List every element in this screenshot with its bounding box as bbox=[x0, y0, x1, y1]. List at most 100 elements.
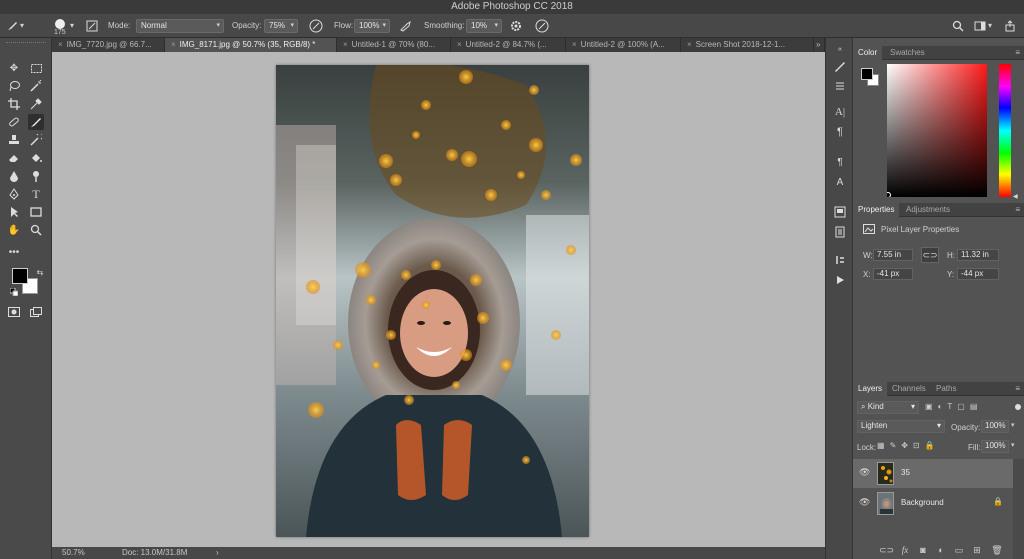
fill-field[interactable]: 100% bbox=[981, 440, 1009, 453]
lasso-tool-icon[interactable] bbox=[6, 78, 22, 94]
zoom-level[interactable]: 50.7% bbox=[62, 547, 85, 559]
tab-channels[interactable]: Channels bbox=[887, 382, 931, 396]
hue-slider-handle[interactable]: ◀ bbox=[1013, 193, 1018, 200]
tab-screen-shot[interactable]: × Screen Shot 2018-12-1... bbox=[681, 38, 814, 52]
blur-tool-icon[interactable] bbox=[6, 168, 22, 184]
edit-toolbar-icon[interactable]: ••• bbox=[6, 244, 22, 260]
close-icon[interactable]: × bbox=[572, 40, 577, 49]
smoothing-field[interactable]: 10% ▾ bbox=[466, 19, 502, 33]
add-mask-icon[interactable]: ◙ bbox=[917, 545, 929, 557]
close-icon[interactable]: × bbox=[343, 40, 348, 49]
document-image[interactable] bbox=[276, 65, 589, 537]
foreground-color-swatch[interactable] bbox=[12, 268, 28, 284]
history-panel-icon[interactable] bbox=[832, 252, 848, 268]
status-menu-icon[interactable]: › bbox=[216, 547, 219, 559]
layers-scrollbar[interactable] bbox=[1013, 459, 1024, 559]
filter-toggle-icon[interactable] bbox=[1015, 404, 1021, 410]
close-icon[interactable]: × bbox=[457, 40, 462, 49]
collapse-arrows-icon[interactable]: « bbox=[832, 41, 848, 57]
tab-properties[interactable]: Properties bbox=[853, 203, 900, 217]
quick-mask-icon[interactable] bbox=[6, 304, 22, 320]
brush-picker-dropdown-icon[interactable]: ▾ bbox=[70, 19, 74, 33]
tab-untitled-1[interactable]: × Untitled-1 @ 70% (80... bbox=[337, 38, 451, 52]
adjustment-layer-icon[interactable]: ◐ bbox=[935, 545, 947, 557]
brush-tool-preset-icon[interactable] bbox=[4, 18, 20, 34]
lock-image-icon[interactable]: ✎ bbox=[890, 441, 902, 450]
new-group-icon[interactable]: ▭ bbox=[953, 545, 965, 557]
layer-filter-icons[interactable]: ▣◐T▢▤ bbox=[925, 402, 982, 411]
path-selection-tool-icon[interactable] bbox=[6, 204, 22, 220]
dodge-tool-icon[interactable] bbox=[28, 168, 44, 184]
layer-name[interactable]: 35 bbox=[901, 468, 910, 477]
visibility-eye-icon[interactable]: 👁 bbox=[859, 467, 871, 479]
gear-icon[interactable] bbox=[508, 18, 524, 34]
brush-settings-icon[interactable] bbox=[84, 18, 100, 34]
brushes-panel-icon[interactable] bbox=[832, 78, 848, 94]
filter-pixel-icon[interactable]: ▣ bbox=[925, 402, 938, 411]
new-layer-icon[interactable]: ⊞ bbox=[971, 545, 983, 557]
tab-layers[interactable]: Layers bbox=[853, 382, 888, 396]
paragraph-panel-icon[interactable]: ¶ bbox=[832, 124, 848, 140]
tab-untitled-2b[interactable]: × Untitled-2 @ 100% (A... bbox=[566, 38, 681, 52]
layer-row-35[interactable]: 👁 35 bbox=[853, 459, 1013, 488]
tab-adjustments[interactable]: Adjustments bbox=[901, 203, 955, 217]
zoom-tool-icon[interactable] bbox=[28, 222, 44, 238]
panel-menu-icon[interactable]: ≡ bbox=[1015, 205, 1020, 214]
tab-img-7720[interactable]: × IMG_7720.jpg @ 66.7... bbox=[52, 38, 165, 52]
workspace-icon[interactable] bbox=[972, 18, 988, 34]
paint-bucket-tool-icon[interactable] bbox=[28, 150, 44, 166]
tab-paths[interactable]: Paths bbox=[931, 382, 961, 396]
opacity-field[interactable]: 75% ▾ bbox=[264, 19, 298, 33]
x-field[interactable]: -41 px bbox=[873, 268, 913, 280]
layer-row-background[interactable]: 👁 Background 🔒 bbox=[853, 489, 1013, 518]
lock-icons[interactable]: ▦✎✥⊡🔒 bbox=[877, 441, 940, 450]
tool-preset-dropdown-icon[interactable]: ▾ bbox=[20, 19, 24, 33]
brush-settings-panel-icon[interactable] bbox=[832, 58, 848, 74]
eyedropper-tool-icon[interactable] bbox=[28, 96, 44, 112]
default-colors-icon[interactable] bbox=[6, 284, 22, 300]
lock-artboard-icon[interactable]: ⊡ bbox=[913, 441, 925, 450]
link-dimensions-icon[interactable]: ⊂⊃ bbox=[921, 247, 939, 263]
workspace-dropdown-icon[interactable]: ▾ bbox=[988, 19, 992, 33]
actions-play-icon[interactable] bbox=[832, 272, 848, 288]
trash-icon[interactable]: 🗑 bbox=[991, 545, 1003, 557]
color-field[interactable] bbox=[885, 64, 987, 198]
layer-name[interactable]: Background bbox=[901, 498, 944, 507]
layer-style-fx-icon[interactable]: fx bbox=[899, 545, 911, 557]
eraser-tool-icon[interactable] bbox=[6, 150, 22, 166]
filter-shape-icon[interactable]: ▢ bbox=[957, 402, 970, 411]
lock-position-icon[interactable]: ✥ bbox=[901, 441, 913, 450]
filter-adjustment-icon[interactable]: ◐ bbox=[938, 402, 948, 411]
mode-select[interactable]: Normal ▾ bbox=[136, 19, 224, 33]
panel-menu-icon[interactable]: ≡ bbox=[1015, 48, 1020, 57]
chevron-down-icon[interactable]: ▾ bbox=[1011, 421, 1015, 429]
layer-filter-select[interactable]: ⌕ Kind ▾ bbox=[857, 401, 919, 414]
toolbar-grip[interactable] bbox=[6, 42, 46, 44]
tab-swatches[interactable]: Swatches bbox=[885, 46, 930, 60]
y-field[interactable]: -44 px bbox=[957, 268, 999, 280]
pressure-opacity-icon[interactable] bbox=[308, 18, 324, 34]
flow-field[interactable]: 100% ▾ bbox=[354, 19, 390, 33]
tab-overflow-icon[interactable]: » bbox=[814, 38, 825, 52]
color-foreground-swatch[interactable] bbox=[861, 68, 873, 80]
close-icon[interactable]: × bbox=[58, 40, 63, 49]
close-icon[interactable]: × bbox=[687, 40, 692, 49]
close-icon[interactable]: × bbox=[171, 40, 176, 49]
search-icon[interactable] bbox=[950, 18, 966, 34]
layer-opacity-field[interactable]: 100% bbox=[981, 420, 1009, 433]
airbrush-icon[interactable] bbox=[398, 18, 414, 34]
brush-tool-icon[interactable] bbox=[28, 114, 44, 130]
tab-img-8171[interactable]: × IMG_8171.jpg @ 50.7% (35, RGB/8) * bbox=[165, 38, 337, 52]
height-field[interactable]: 11.32 in bbox=[957, 249, 999, 261]
share-icon[interactable] bbox=[1002, 18, 1018, 34]
notes-panel-icon[interactable] bbox=[832, 224, 848, 240]
healing-brush-tool-icon[interactable] bbox=[6, 114, 22, 130]
history-brush-tool-icon[interactable] bbox=[28, 132, 44, 148]
character-panel-icon[interactable]: A| bbox=[832, 104, 848, 120]
chevron-down-icon[interactable]: ▾ bbox=[1011, 441, 1015, 449]
lock-all-icon[interactable]: 🔒 bbox=[925, 441, 940, 450]
type-tool-icon[interactable]: T bbox=[28, 186, 44, 202]
hand-tool-icon[interactable]: ✋ bbox=[6, 222, 22, 238]
marquee-tool-icon[interactable] bbox=[28, 60, 44, 76]
magic-wand-tool-icon[interactable] bbox=[28, 78, 44, 94]
